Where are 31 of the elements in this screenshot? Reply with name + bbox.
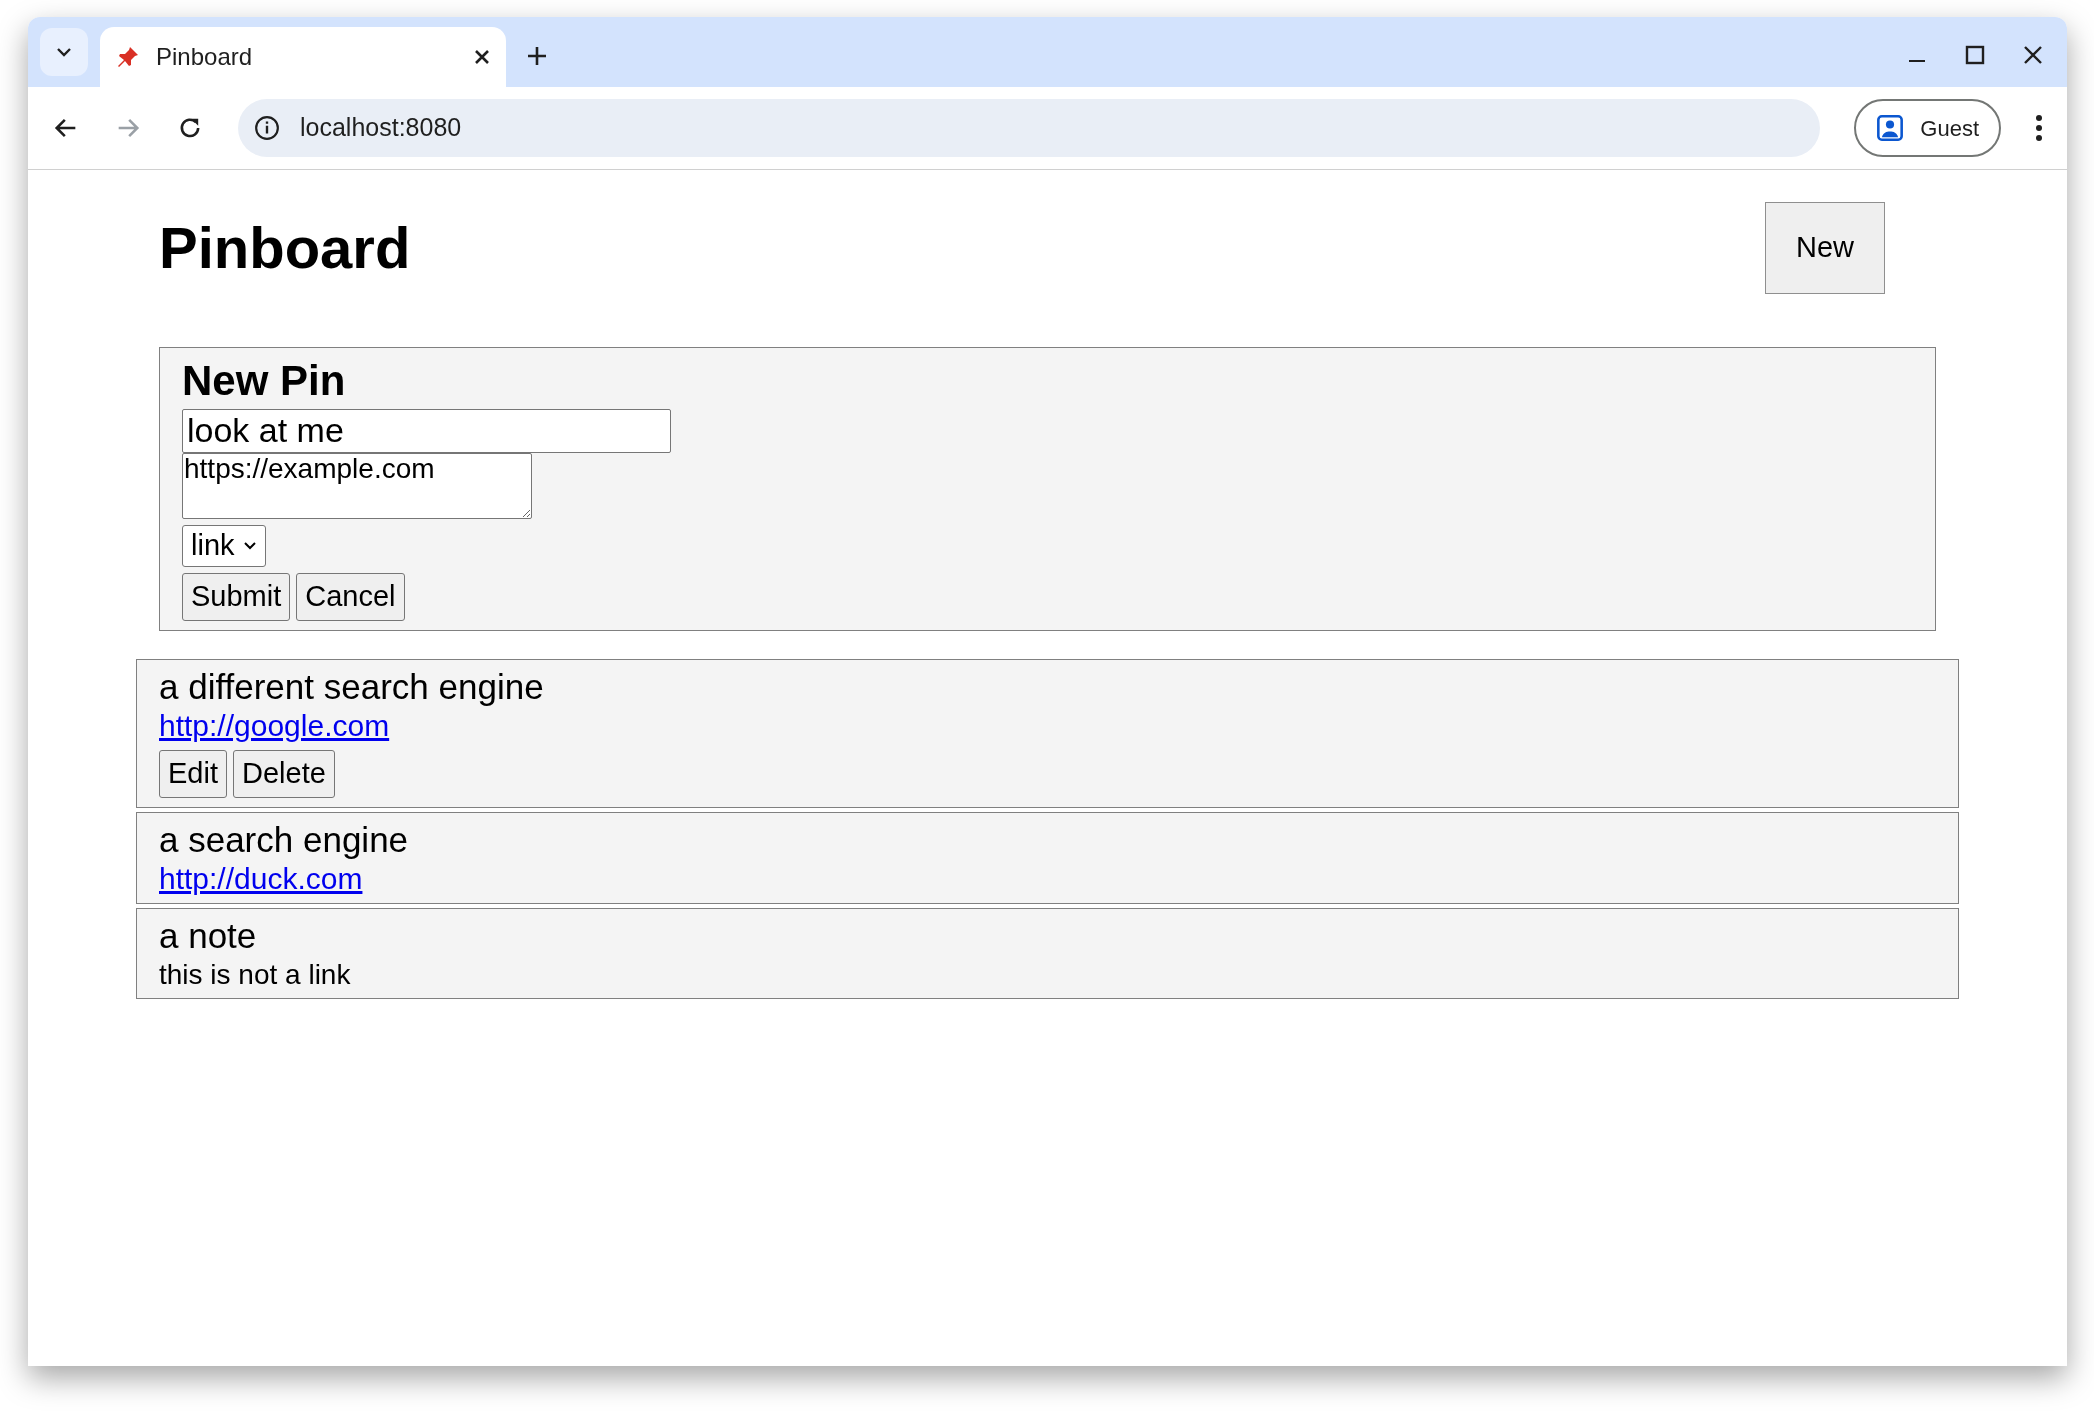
- maximize-icon[interactable]: [1965, 45, 1985, 65]
- url-text: localhost:8080: [300, 112, 462, 144]
- new-button[interactable]: New: [1765, 202, 1885, 294]
- pin-title: a search engine: [159, 818, 409, 861]
- type-select[interactable]: link: [182, 524, 266, 567]
- address-bar[interactable]: localhost:8080: [238, 99, 1821, 157]
- cancel-button[interactable]: Cancel: [296, 572, 405, 621]
- person-icon: [1876, 114, 1905, 142]
- page-title: Pinboard: [159, 214, 411, 282]
- delete-button[interactable]: Delete: [233, 749, 335, 798]
- tab-title: Pinboard: [156, 42, 254, 72]
- pin-title: a different search engine: [159, 665, 544, 708]
- submit-button[interactable]: Submit: [182, 572, 291, 621]
- new-tab-icon[interactable]: [526, 45, 548, 67]
- profile-button[interactable]: Guest: [1854, 99, 2001, 157]
- chevron-down-icon: [55, 46, 73, 58]
- chevron-down-icon: [242, 540, 257, 551]
- pin-title: a note: [159, 914, 257, 957]
- pin-link[interactable]: http://duck.com: [159, 860, 363, 897]
- pin-note: this is not a link: [159, 957, 351, 992]
- more-options-icon[interactable]: [2035, 114, 2043, 142]
- pushpin-icon: [116, 45, 140, 69]
- title-field[interactable]: look at me: [182, 408, 671, 453]
- url-field[interactable]: https://example.com: [182, 452, 532, 519]
- close-icon[interactable]: [2023, 45, 2043, 65]
- close-icon[interactable]: [474, 49, 490, 65]
- info-icon: [254, 115, 280, 141]
- pin-link[interactable]: http://google.com: [159, 707, 390, 744]
- form-title: New Pin: [182, 356, 346, 406]
- edit-button[interactable]: Edit: [159, 749, 227, 798]
- browser-tab[interactable]: Pinboard: [100, 27, 506, 87]
